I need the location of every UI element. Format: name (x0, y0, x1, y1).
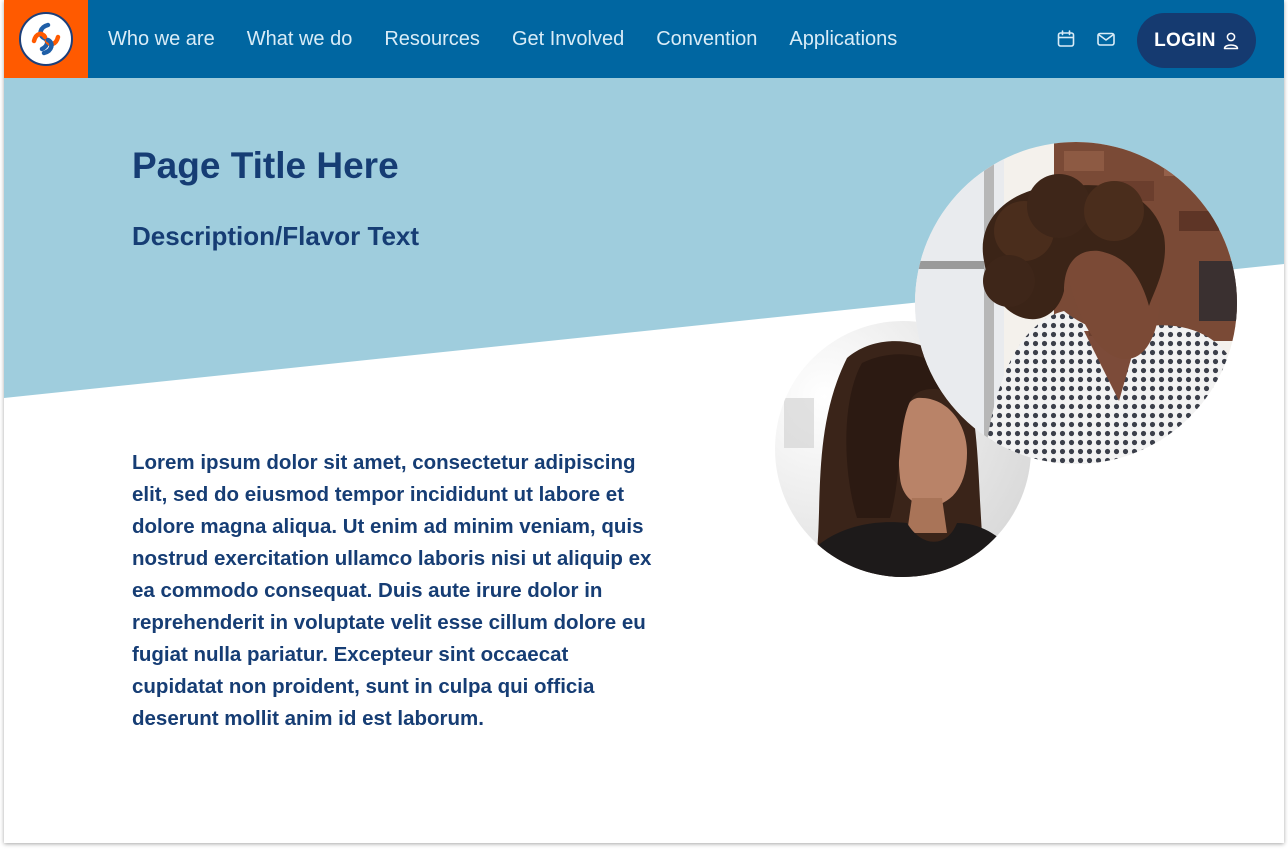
body-paragraph: Lorem ipsum dolor sit amet, consectetur … (132, 451, 652, 730)
nav-item-who-we-are[interactable]: Who we are (108, 28, 215, 51)
top-navigation-bar: Who we are What we do Resources Get Invo… (4, 0, 1284, 78)
calendar-icon[interactable] (1056, 29, 1076, 49)
mail-icon[interactable] (1096, 29, 1116, 49)
logo-mark-icon (31, 22, 61, 56)
nav-item-convention[interactable]: Convention (656, 28, 757, 51)
login-label: LOGIN (1154, 29, 1216, 51)
user-icon (1223, 32, 1239, 49)
page-frame: Who we are What we do Resources Get Invo… (4, 0, 1284, 843)
nav-item-applications[interactable]: Applications (789, 28, 897, 51)
nav-item-what-we-do[interactable]: What we do (247, 28, 353, 51)
main-nav: Who we are What we do Resources Get Invo… (108, 0, 929, 78)
site-logo[interactable] (19, 12, 73, 66)
login-button[interactable]: LOGIN (1137, 13, 1256, 68)
nav-item-get-involved[interactable]: Get Involved (512, 28, 624, 51)
page-description: Description/Flavor Text (132, 221, 420, 251)
page-title: Page Title Here (132, 145, 399, 186)
nav-item-resources[interactable]: Resources (384, 28, 480, 51)
logo-block (4, 0, 88, 78)
photo-smiling-woman (915, 142, 1237, 464)
